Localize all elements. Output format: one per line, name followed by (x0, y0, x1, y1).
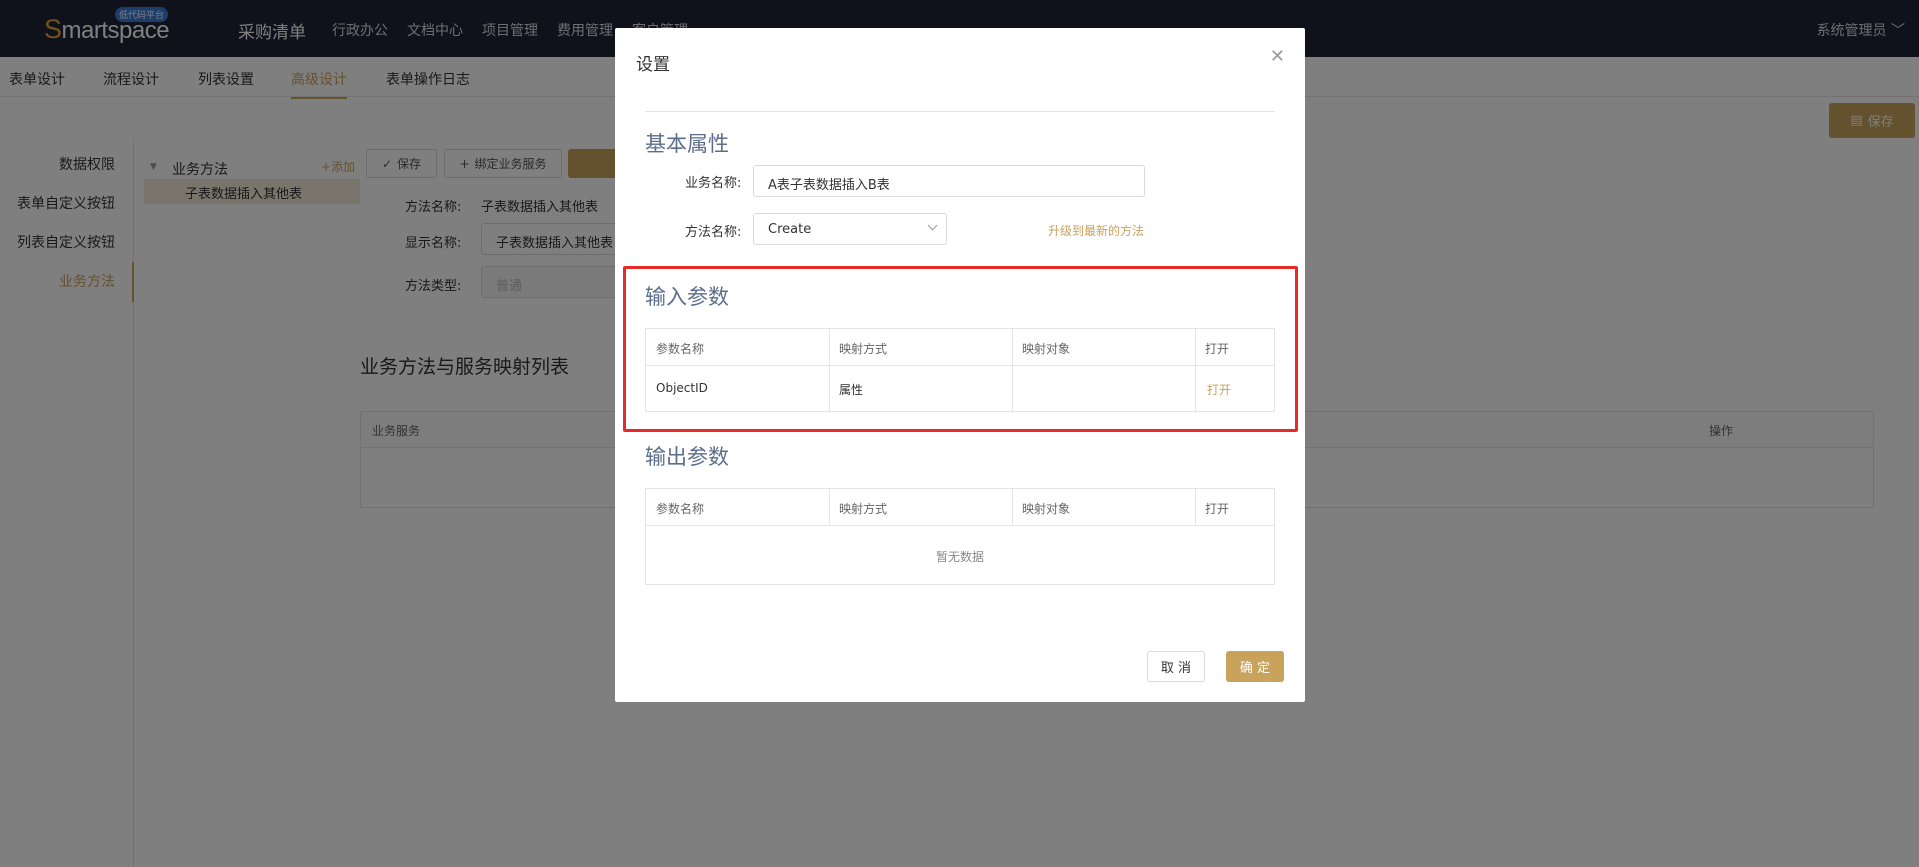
input-params-title: 输入参数 (645, 285, 729, 309)
settings-modal: 设置 ✕ 基本属性 业务名称: A表子表数据插入B表 方法名称: Create … (615, 28, 1305, 702)
chevron-down-icon (927, 220, 938, 231)
col-mapping-mode: 映射方式 (839, 342, 888, 356)
business-name-input[interactable]: A表子表数据插入B表 (753, 165, 1145, 197)
open-link[interactable]: 打开 (1207, 381, 1231, 398)
output-params-header: 参数名称 映射方式 映射对象 打开 (646, 489, 1274, 526)
cancel-button[interactable]: 取 消 (1147, 651, 1205, 682)
method-name-select[interactable]: Create (753, 213, 947, 245)
col-param-name: 参数名称 (656, 502, 705, 516)
close-icon[interactable]: ✕ (1270, 46, 1285, 67)
col-open: 打开 (1205, 342, 1230, 356)
col-mapping-target: 映射对象 (1022, 502, 1071, 516)
basic-properties-title: 基本属性 (645, 132, 729, 156)
upgrade-method-link[interactable]: 升级到最新的方法 (1048, 222, 1144, 239)
input-params-header: 参数名称 映射方式 映射对象 打开 (646, 329, 1274, 366)
confirm-button[interactable]: 确 定 (1226, 651, 1284, 682)
col-open: 打开 (1205, 502, 1230, 516)
method-name-label: 方法名称: (685, 225, 742, 240)
input-params-table: 参数名称 映射方式 映射对象 打开 ObjectID 属性 打开 (645, 328, 1275, 413)
col-param-name: 参数名称 (656, 342, 705, 356)
output-params-title: 输出参数 (645, 445, 729, 469)
mapping-mode-cell[interactable]: 属性 (839, 381, 863, 398)
output-params-table: 参数名称 映射方式 映射对象 打开 暂无数据 (645, 488, 1275, 585)
param-name-cell: ObjectID (656, 381, 708, 395)
empty-state-text: 暂无数据 (935, 550, 984, 564)
modal-title: 设置 (636, 55, 670, 75)
col-mapping-target: 映射对象 (1022, 342, 1071, 356)
col-mapping-mode: 映射方式 (839, 502, 888, 516)
divider (645, 111, 1275, 112)
business-name-label: 业务名称: (685, 176, 742, 191)
